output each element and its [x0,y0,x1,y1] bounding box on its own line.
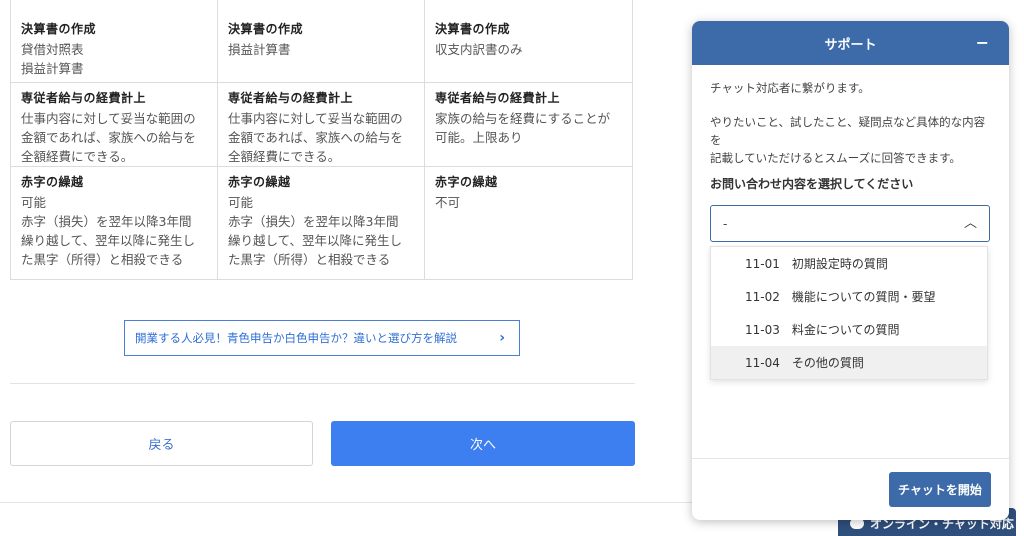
option-code: 11-04 [745,355,780,370]
cell-heading: 決算書の作成 [21,22,97,36]
support-panel-footer: チャットを開始 [692,458,1009,520]
back-button[interactable]: 戻る [10,421,313,466]
comparison-table: 決算書の作成 貸借対照表 損益計算書 決算書の作成 損益計算書 決算書の作成 収… [10,0,633,280]
cell-heading: 専従者給与の経費計上 [228,91,354,105]
option-label: その他の質問 [791,355,864,370]
inquiry-select-label: お問い合わせ内容を選択してください [710,177,914,191]
cell-text: 貸借対照表 損益計算書 [21,42,84,76]
article-link-label: 開業する人必見！青色申告か白色申告か？違いと選び方を解説 [135,331,457,345]
option-code: 11-01 [745,256,780,271]
option-code: 11-03 [745,322,780,337]
table-cell: 決算書の作成 貸借対照表 損益計算書 [11,0,218,83]
inquiry-option[interactable]: 11-02 機能についての質問・要望 [711,280,987,313]
chevron-right-icon: › [499,330,505,346]
inquiry-option[interactable]: 11-01 初期設定時の質問 [711,247,987,280]
minimize-icon[interactable]: − [976,33,989,52]
cell-heading: 決算書の作成 [228,22,304,36]
inquiry-select[interactable]: - ︿ [710,205,990,242]
table-cell: 赤字の繰越 可能 赤字（損失）を翌年以降3年間 繰り越して、翌年以降に発生し た… [218,167,425,280]
cell-text: 損益計算書 [228,42,291,57]
cell-text: 不可 [435,195,461,210]
table-cell: 決算書の作成 収支内訳書のみ [425,0,633,83]
inquiry-option[interactable]: 11-03 料金についての質問 [711,313,987,346]
support-intro: チャット対応者に繋がります。 [710,81,870,95]
cell-heading: 決算書の作成 [435,22,511,36]
inquiry-select-value: - [723,216,728,231]
cell-text: 仕事内容に対して妥当な範囲の 金額であれば、家族への給与を 全額経費にできる。 [21,111,196,164]
table-cell: 赤字の繰越 可能 赤字（損失）を翌年以降3年間 繰り越して、翌年以降に発生し た… [11,167,218,280]
table-cell: 専従者給与の経費計上 家族の給与を経費にすることが 可能。上限あり [425,83,633,167]
chevron-up-icon: ︿ [963,215,977,231]
cell-heading: 赤字の繰越 [435,175,498,189]
cell-heading: 赤字の繰越 [228,175,291,189]
inquiry-options: 11-01 初期設定時の質問 11-02 機能についての質問・要望 11-03 … [710,246,988,380]
cell-text: 可能 赤字（損失）を翌年以降3年間 繰り越して、翌年以降に発生し た黒字（所得）… [21,195,196,267]
option-label: 初期設定時の質問 [791,256,888,271]
table-cell: 専従者給与の経費計上 仕事内容に対して妥当な範囲の 金額であれば、家族への給与を… [218,83,425,167]
support-panel-title: サポート [824,37,877,53]
inquiry-option[interactable]: 11-04 その他の質問 [711,346,987,379]
divider [10,383,635,384]
cell-text: 収支内訳書のみ [435,42,523,57]
table-cell: 専従者給与の経費計上 仕事内容に対して妥当な範囲の 金額であれば、家族への給与を… [11,83,218,167]
support-panel-body: チャット対応者に繋がります。 やりたいこと、試したこと、疑問点など具体的な内容を… [692,65,1009,380]
cell-text: 仕事内容に対して妥当な範囲の 金額であれば、家族への給与を 全額経費にできる。 [228,111,403,164]
next-button[interactable]: 次へ [331,421,635,466]
support-panel: サポート − チャット対応者に繋がります。 やりたいこと、試したこと、疑問点など… [692,21,1009,520]
cell-heading: 赤字の繰越 [21,175,84,189]
cell-heading: 専従者給与の経費計上 [21,91,147,105]
support-panel-header: サポート − [692,21,1009,65]
table-cell: 赤字の繰越 不可 [425,167,633,280]
option-code: 11-02 [745,289,780,304]
cell-heading: 専従者給与の経費計上 [435,91,561,105]
divider [0,502,700,503]
cell-text: 家族の給与を経費にすることが 可能。上限あり [435,111,611,145]
table-cell: 決算書の作成 損益計算書 [218,0,425,83]
start-chat-button[interactable]: チャットを開始 [889,472,991,507]
option-label: 料金についての質問 [791,322,900,337]
article-link[interactable]: 開業する人必見！青色申告か白色申告か？違いと選び方を解説 › [124,320,520,356]
option-label: 機能についての質問・要望 [791,289,936,304]
cell-text: 可能 赤字（損失）を翌年以降3年間 繰り越して、翌年以降に発生し た黒字（所得）… [228,195,403,267]
support-instructions: やりたいこと、試したこと、疑問点など具体的な内容を 記載していただけるとスムーズ… [710,115,986,165]
